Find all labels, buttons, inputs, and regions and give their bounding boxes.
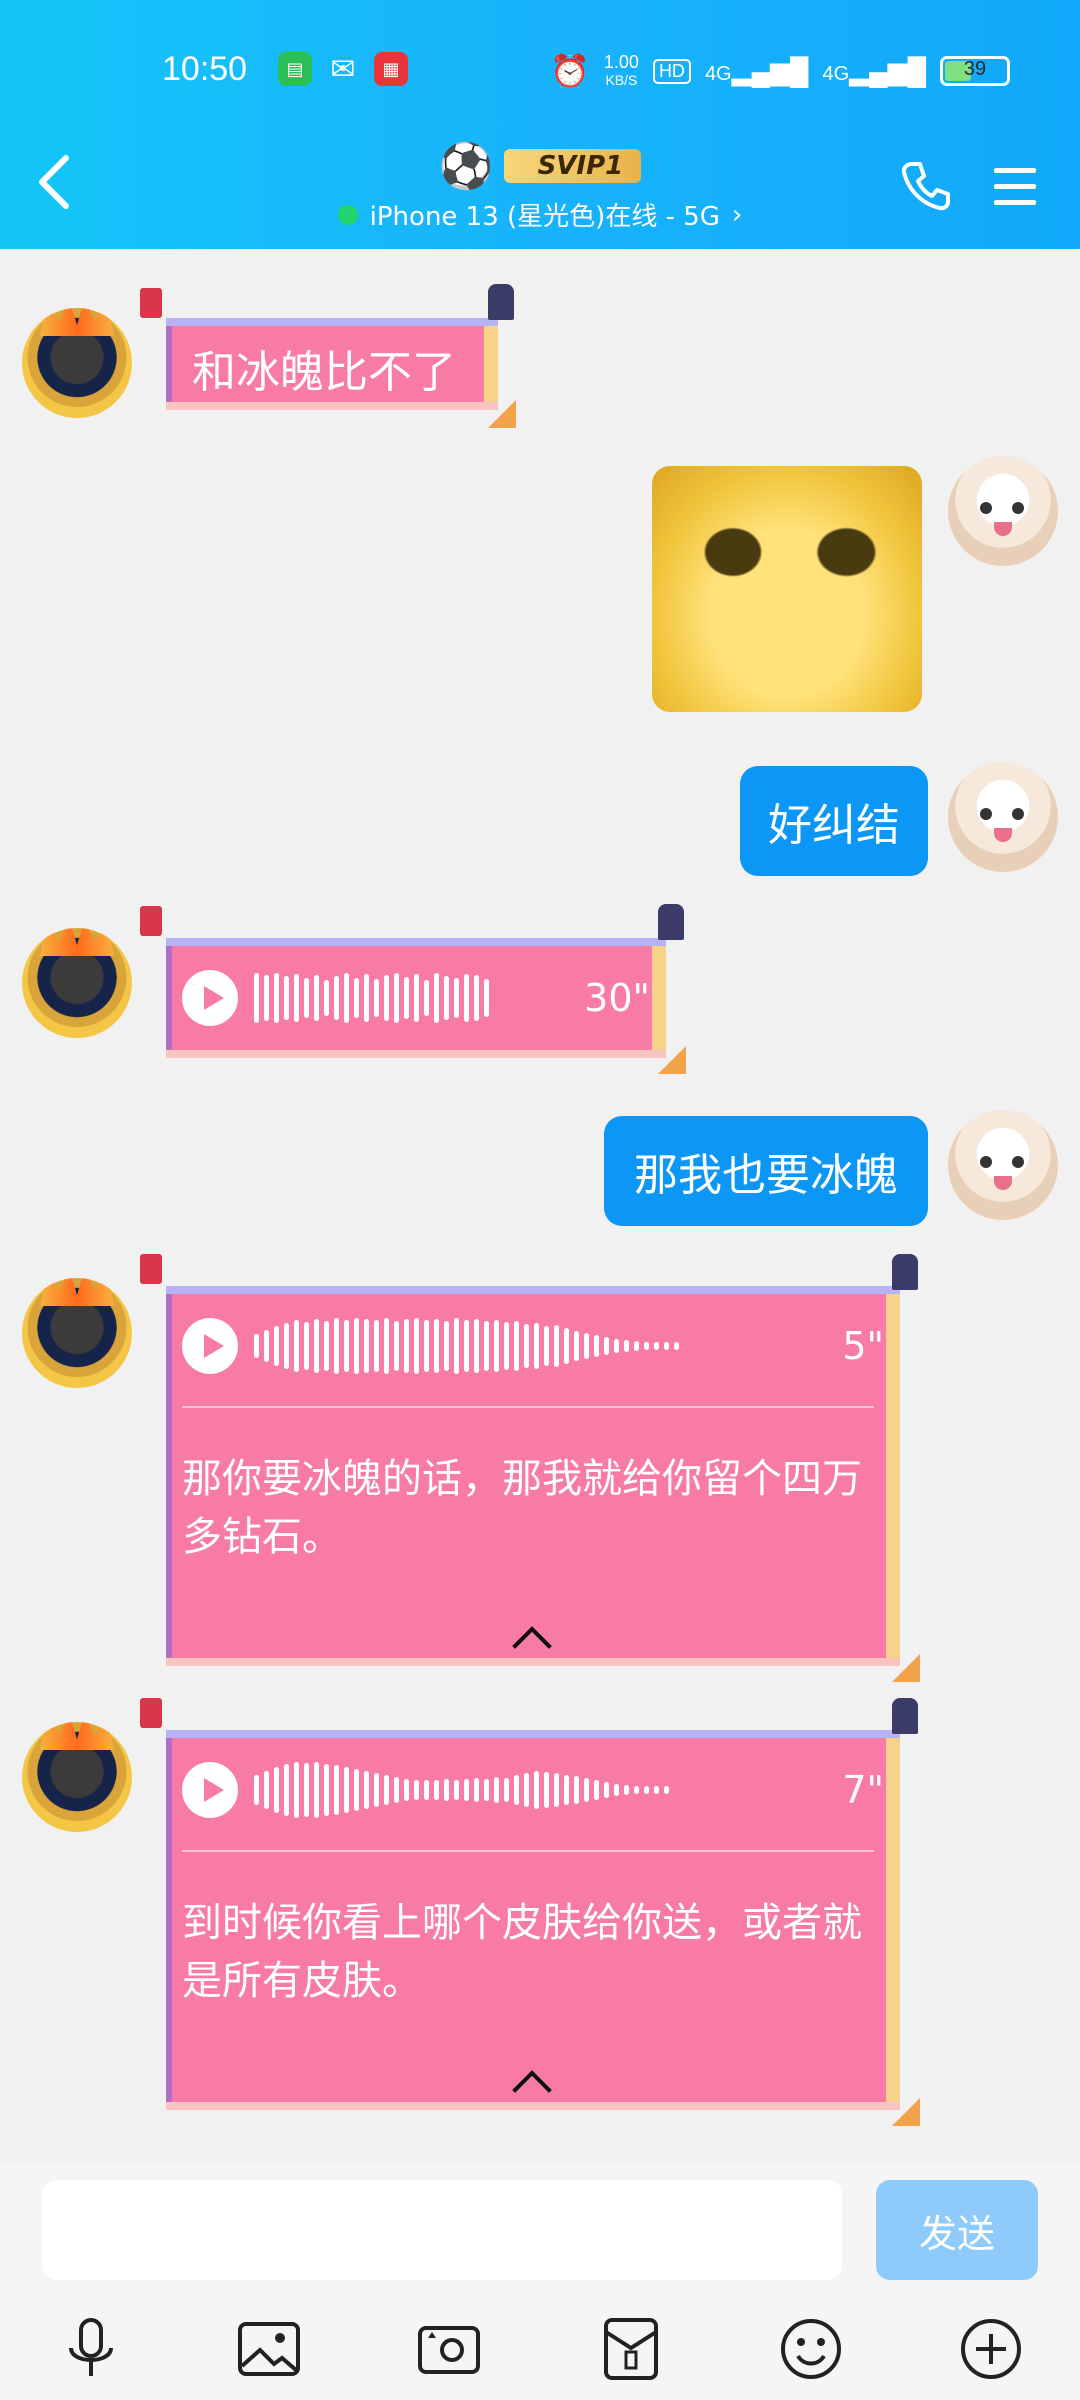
voice-duration: 30" [584, 976, 650, 1020]
soccer-ball-icon: ⚽ [438, 141, 494, 192]
system-status-icons: ⏰ 1.00 KB/S HD 4G▂▄▆█ 4G▂▄▆█ 39 [550, 52, 1010, 90]
waveform [254, 968, 572, 1028]
wechat-icon: ✉ [330, 51, 356, 87]
play-icon[interactable] [182, 970, 238, 1026]
calendar-app-icon: ▦ [374, 52, 408, 86]
message-bubble[interactable]: 好纠结 [740, 766, 928, 876]
voice-message[interactable]: 7" 到时候你看上哪个皮肤给你送，或者就是所有皮肤。 [166, 1730, 900, 2110]
input-toolbar [0, 2314, 1080, 2394]
my-avatar[interactable] [948, 762, 1058, 872]
red-packet-icon[interactable] [596, 2314, 666, 2384]
net-speed-unit: KB/S [605, 72, 638, 88]
jersey-deco-icon [140, 288, 162, 318]
play-icon[interactable] [182, 1318, 238, 1374]
send-button[interactable]: 发送 [876, 2180, 1038, 2280]
voice-transcript: 那你要冰魄的话，那我就给你留个四万多钻石。 [182, 1456, 862, 1560]
signal-1: 4G▂▄▆█ [705, 56, 809, 87]
camera-icon[interactable] [414, 2314, 484, 2384]
play-icon[interactable] [182, 1762, 238, 1818]
svip-badge: SVIP1 [503, 149, 642, 183]
voice-duration: 5" [842, 1324, 884, 1368]
image-icon[interactable] [234, 2314, 304, 2384]
voice-player[interactable]: 7" [182, 1760, 884, 1820]
battery-icon: 39 [940, 56, 1010, 86]
jersey-deco-icon [140, 906, 162, 936]
composer: 发送 [0, 2164, 1080, 2400]
contact-avatar[interactable] [22, 928, 132, 1038]
notification-icons: ▤ ✉ ▦ [278, 51, 408, 87]
message-bubble[interactable]: 那我也要冰魄 [604, 1116, 928, 1226]
mascot-deco-icon [892, 1698, 918, 1734]
voice-transcript: 到时候你看上哪个皮肤给你送，或者就是所有皮肤。 [182, 1900, 862, 2004]
waveform [254, 1316, 830, 1376]
menu-icon[interactable] [990, 158, 1040, 214]
contact-avatar[interactable] [22, 1278, 132, 1388]
status-bar: 10:50 ▤ ✉ ▦ ⏰ 1.00 KB/S HD 4G▂▄▆█ 4G▂▄▆█… [0, 48, 1080, 98]
network-speed: 1.00 KB/S [604, 53, 639, 89]
net-speed-value: 1.00 [603, 52, 639, 72]
mascot-deco-icon [892, 1254, 918, 1290]
online-status-text: iPhone 13 (星光色)在线 - 5G [369, 202, 720, 232]
voice-player[interactable]: 30" [182, 968, 650, 1028]
voice-message[interactable]: 30" [166, 938, 666, 1058]
voice-duration: 7" [842, 1768, 884, 1812]
messages-app-icon: ▤ [278, 52, 312, 86]
message-bubble[interactable]: 和冰魄比不了 [166, 318, 498, 410]
contact-avatar[interactable] [22, 308, 132, 418]
jersey-deco-icon [140, 1698, 162, 1728]
message-input[interactable] [42, 2180, 842, 2280]
jersey-deco-icon [140, 1254, 162, 1284]
online-dot [337, 204, 358, 225]
signal-bars-icon: ▂▄▆█ [849, 55, 926, 86]
collapse-icon[interactable] [512, 1626, 552, 1666]
signal-2-label: 4G [822, 62, 850, 85]
contact-avatar[interactable] [22, 1722, 132, 1832]
signal-2: 4G▂▄▆█ [822, 56, 926, 87]
my-avatar[interactable] [948, 1110, 1058, 1220]
waveform [254, 1760, 830, 1820]
chevron-right-icon: › [731, 199, 743, 230]
hd-badge: HD [652, 58, 691, 84]
message-text: 那我也要冰魄 [634, 1150, 898, 1201]
battery-level: 39 [963, 58, 987, 80]
mic-icon[interactable] [56, 2314, 126, 2384]
alarm-icon: ⏰ [550, 53, 590, 89]
status-time: 10:50 [162, 50, 248, 88]
message-text: 和冰魄比不了 [192, 347, 456, 398]
emoji-icon[interactable] [776, 2314, 846, 2384]
phone-icon[interactable] [898, 158, 954, 214]
image-message[interactable] [652, 466, 922, 712]
my-avatar[interactable] [948, 456, 1058, 566]
message-text: 好纠结 [768, 800, 900, 851]
voice-message[interactable]: 5" 那你要冰魄的话，那我就给你留个四万多钻石。 [166, 1286, 900, 1666]
collapse-icon[interactable] [512, 2070, 552, 2110]
divider [182, 1850, 874, 1852]
plus-icon[interactable] [956, 2314, 1026, 2384]
signal-1-label: 4G [704, 62, 732, 85]
chat-header: 10:50 ▤ ✉ ▦ ⏰ 1.00 KB/S HD 4G▂▄▆█ 4G▂▄▆█… [0, 0, 1080, 249]
signal-bars-icon: ▂▄▆█ [731, 55, 809, 86]
header-actions [898, 158, 1040, 214]
mascot-deco-icon [488, 284, 514, 320]
voice-player[interactable]: 5" [182, 1316, 884, 1376]
mascot-deco-icon [658, 904, 684, 940]
divider [182, 1406, 874, 1408]
